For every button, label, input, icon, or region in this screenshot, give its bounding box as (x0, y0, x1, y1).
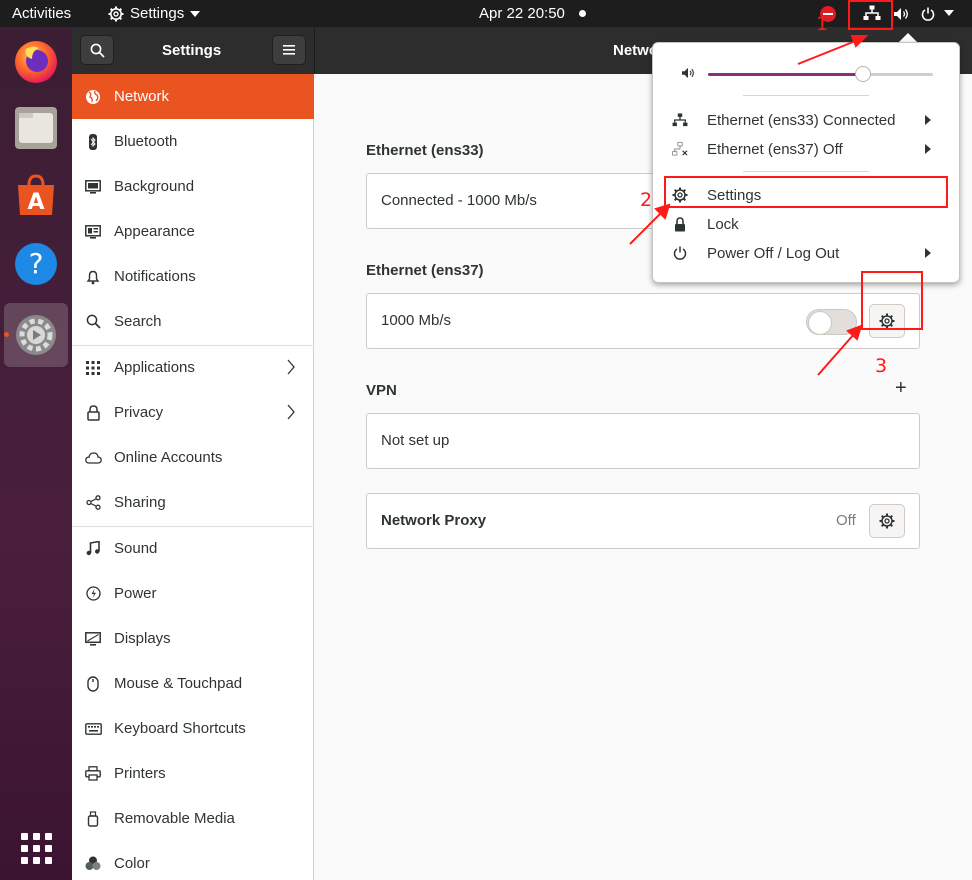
annotation-arrow-2 (629, 210, 664, 245)
annotation-arrow-3 (817, 332, 856, 376)
annotation-arrowhead-3 (846, 324, 863, 341)
annotation-arrow-1 (797, 39, 859, 65)
annotation-arrowhead-1 (850, 35, 869, 48)
annotation-arrows (629, 35, 869, 376)
